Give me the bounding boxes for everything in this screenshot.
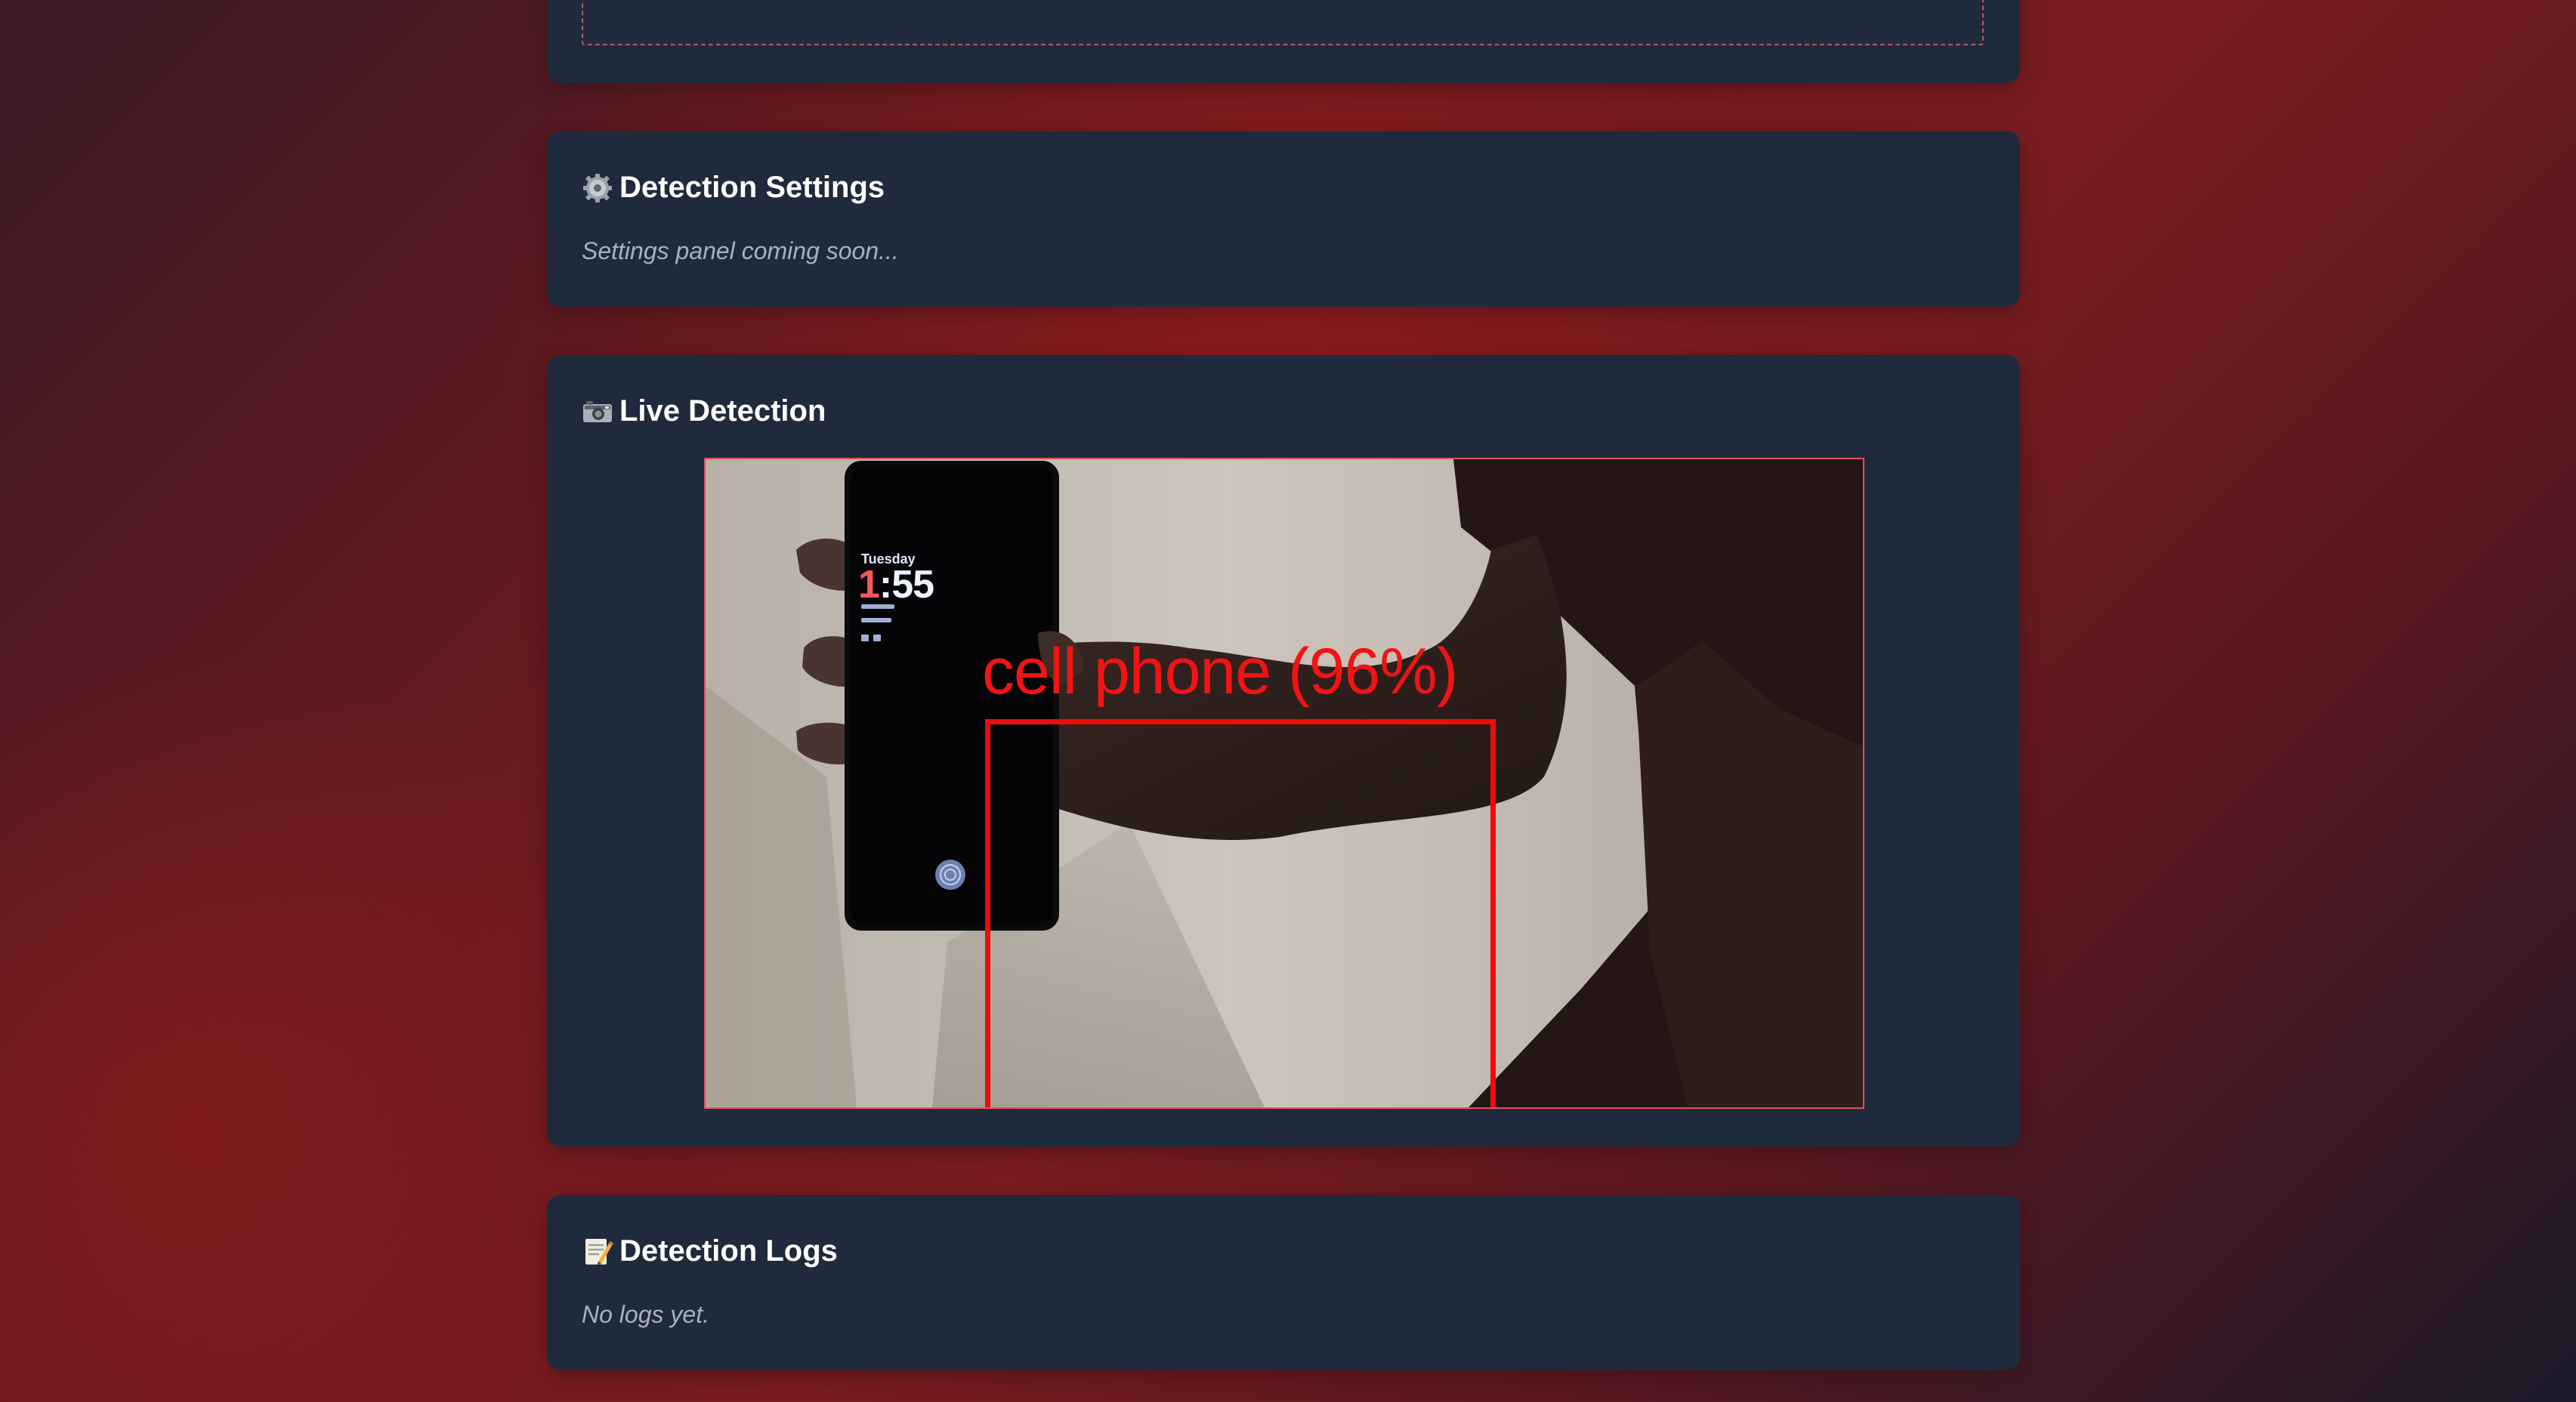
detection-bounding-box [985, 719, 1496, 1107]
detection-logs-title: Detection Logs [619, 1234, 838, 1268]
live-video-feed: Tuesday 1:55 cell phone (96%) [704, 458, 1864, 1109]
detection-settings-title: Detection Settings [619, 171, 885, 204]
logs-empty-text: No logs yet. [582, 1301, 709, 1328]
live-detection-card: Live Detection Tuesday 1:55 cell phone (… [547, 355, 2020, 1147]
detection-settings-card: Detection Settings Settings panel coming… [547, 131, 2020, 307]
memo-icon [585, 1238, 613, 1265]
detection-logs-heading: Detection Logs [582, 1234, 838, 1268]
upload-card [547, 0, 2020, 83]
gear-icon [583, 173, 612, 202]
upload-drop-zone[interactable] [582, 0, 1984, 45]
live-detection-heading: Live Detection [582, 394, 826, 428]
detection-label: cell phone (96%) [982, 635, 1458, 708]
settings-placeholder-text: Settings panel coming soon... [582, 237, 899, 264]
live-detection-title: Live Detection [619, 394, 826, 428]
detection-logs-card: Detection Logs No logs yet. [547, 1195, 2020, 1370]
phone-screen-time: 1:55 [858, 563, 934, 607]
camera-icon [583, 400, 612, 422]
detection-settings-heading: Detection Settings [582, 171, 885, 205]
